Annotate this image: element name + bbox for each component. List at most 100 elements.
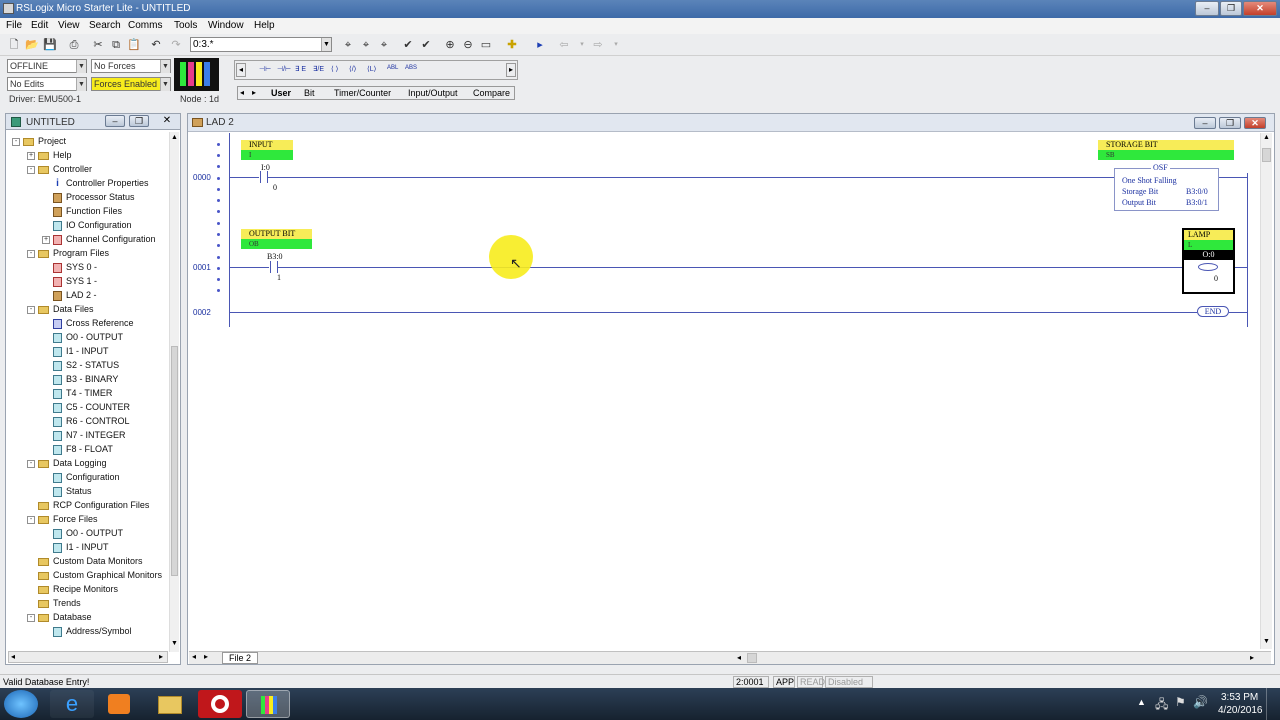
collapse-icon[interactable]: - — [27, 613, 35, 622]
media-player-icon[interactable] — [98, 690, 142, 718]
tree-item[interactable]: - Data Logging — [12, 456, 170, 470]
tree-item[interactable]: - Database — [12, 610, 170, 624]
tree-item[interactable]: C5 - COUNTER — [12, 400, 170, 414]
chevron-down-icon[interactable]: ▼ — [76, 78, 86, 91]
rung1-input-address[interactable]: B3:0 — [267, 252, 283, 261]
tree-item[interactable]: O0 - OUTPUT — [12, 330, 170, 344]
tree-item[interactable]: Recipe Monitors — [12, 582, 170, 596]
scroll-down-icon[interactable]: ▼ — [171, 640, 178, 647]
scroll-up-icon[interactable]: ▲ — [171, 134, 178, 141]
file-tab-right-icon[interactable]: ▸ — [204, 652, 208, 661]
edits-status[interactable]: No Edits ▼ — [7, 77, 87, 91]
collapse-icon[interactable]: - — [27, 249, 35, 258]
rung0-output-symbol[interactable]: SB — [1098, 150, 1234, 160]
tree-item[interactable]: N7 - INTEGER — [12, 428, 170, 442]
tree-item[interactable]: SYS 1 - — [12, 274, 170, 288]
tree-item[interactable]: F8 - FLOAT — [12, 442, 170, 456]
menu-edit[interactable]: Edit — [31, 20, 48, 31]
contact-left-icon[interactable] — [260, 171, 261, 183]
opera-icon[interactable] — [198, 690, 242, 718]
tree-item[interactable]: I1 - INPUT — [12, 344, 170, 358]
tree-horizontal-scrollbar[interactable]: ◂ ▸ — [8, 651, 168, 663]
cut-icon[interactable]: ✂ — [90, 37, 106, 53]
collapse-icon[interactable]: - — [27, 459, 35, 468]
tree-item[interactable]: Status — [12, 484, 170, 498]
verify-project-icon[interactable]: ✔ — [418, 37, 434, 53]
tree-item[interactable]: I1 - INPUT — [12, 540, 170, 554]
add-icon[interactable]: ✚ — [504, 37, 520, 53]
app-icon[interactable] — [3, 3, 14, 14]
tree-item[interactable]: Configuration — [12, 470, 170, 484]
instr-xic-button[interactable]: ⊣⊢ — [259, 65, 271, 73]
tab-scroll-right-icon[interactable]: ▸ — [252, 88, 256, 97]
expand-icon[interactable]: + — [27, 151, 35, 160]
tree-item[interactable]: + Help — [12, 148, 170, 162]
chevron-left-icon[interactable]: ◂ — [236, 63, 246, 77]
forces-status[interactable]: No Forces ▼ — [91, 59, 171, 73]
mode-status[interactable]: OFFLINE ▼ — [7, 59, 87, 73]
menu-view[interactable]: View — [58, 20, 80, 31]
play-icon[interactable]: ▸ — [532, 37, 548, 53]
osf-storage-value[interactable]: B3:0/0 — [1186, 187, 1208, 196]
print-icon[interactable]: ⎙ — [66, 37, 82, 53]
rung1-input-tag[interactable]: OUTPUT BIT — [241, 229, 312, 239]
rung-number[interactable]: 0001 — [193, 263, 211, 272]
back-arrow-icon[interactable]: ⇦ — [556, 37, 572, 53]
maximize-button[interactable]: ❐ — [1220, 1, 1242, 16]
clock-time[interactable]: 3:53 PM — [1221, 692, 1258, 703]
chevron-down-icon[interactable]: ▼ — [321, 38, 331, 51]
copy-icon[interactable]: ⧉ — [108, 37, 124, 53]
collapse-icon[interactable]: - — [27, 515, 35, 524]
instr-ote-button[interactable]: ∃ E — [295, 65, 306, 73]
tree-item[interactable]: O0 - OUTPUT — [12, 526, 170, 540]
search-replace-icon[interactable]: ⌖ — [376, 37, 392, 53]
tree-item[interactable]: - Data Files — [12, 302, 170, 316]
tree-item[interactable]: Cross Reference — [12, 316, 170, 330]
tree-item[interactable]: Processor Status — [12, 190, 170, 204]
tab-timer-counter[interactable]: Timer/Counter — [334, 88, 391, 98]
rung0-input-address[interactable]: I:0 — [261, 163, 270, 172]
panel-close-button[interactable]: ✕ — [160, 115, 174, 127]
forces-enabled-status[interactable]: Forces Enabled ▼ — [91, 77, 171, 91]
show-desktop-button[interactable] — [1266, 688, 1280, 720]
instr-xio-button[interactable]: ⊣/⊢ — [277, 65, 291, 73]
rslogix-taskbar-icon[interactable] — [246, 690, 290, 718]
collapse-icon[interactable]: - — [27, 165, 35, 174]
tab-scroll-left-icon[interactable]: ◂ — [240, 88, 244, 97]
scroll-up-icon[interactable]: ▲ — [1263, 134, 1270, 141]
rung-number[interactable]: 0000 — [193, 173, 211, 182]
redo-icon[interactable]: ↷ — [168, 37, 184, 53]
scroll-right-icon[interactable]: ▸ — [1246, 653, 1258, 663]
menu-comms[interactable]: Comms — [128, 20, 162, 31]
rung1-output-symbol[interactable]: L — [1184, 240, 1233, 250]
ladder-minimize-button[interactable]: – — [1194, 117, 1216, 129]
tree-item[interactable]: T4 - TIMER — [12, 386, 170, 400]
tree-item[interactable]: Function Files — [12, 204, 170, 218]
osf-output-value[interactable]: B3:0/1 — [1186, 198, 1208, 207]
output-coil-icon[interactable] — [1198, 263, 1218, 271]
start-button[interactable] — [4, 690, 38, 718]
tree-item[interactable]: IO Configuration — [12, 218, 170, 232]
tree-item[interactable]: Trends — [12, 596, 170, 610]
instr-otl-button[interactable]: ∃/E — [313, 65, 324, 73]
minimize-button[interactable]: – — [1195, 1, 1219, 16]
end-rung-marker[interactable]: END — [1197, 306, 1229, 317]
tree-item[interactable]: S2 - STATUS — [12, 358, 170, 372]
panel-minimize-button[interactable]: – — [105, 115, 125, 127]
chevron-right-icon[interactable]: ▸ — [506, 63, 516, 77]
scroll-left-icon[interactable]: ◂ — [733, 653, 745, 663]
tree-item[interactable]: B3 - BINARY — [12, 372, 170, 386]
tree-item[interactable]: + Channel Configuration — [12, 232, 170, 246]
instr-abs-button[interactable]: ABS — [405, 65, 417, 71]
rung1-output-address[interactable]: O:0 — [1184, 250, 1233, 260]
tree-item[interactable]: - Program Files — [12, 246, 170, 260]
menu-tools[interactable]: Tools — [174, 20, 197, 31]
tab-user[interactable]: User — [271, 88, 291, 98]
ladder-editor[interactable]: 0000 INPUT I I:0 0 STORAGE BIT SB OSF On… — [189, 133, 1258, 650]
menu-window[interactable]: Window — [208, 20, 244, 31]
new-file-icon[interactable]: 🗋 — [6, 37, 22, 53]
menu-search[interactable]: Search — [89, 20, 121, 31]
ladder-hscroll-thumb[interactable] — [747, 653, 757, 663]
file-explorer-icon[interactable] — [148, 690, 192, 718]
close-button[interactable]: ✕ — [1243, 1, 1277, 16]
